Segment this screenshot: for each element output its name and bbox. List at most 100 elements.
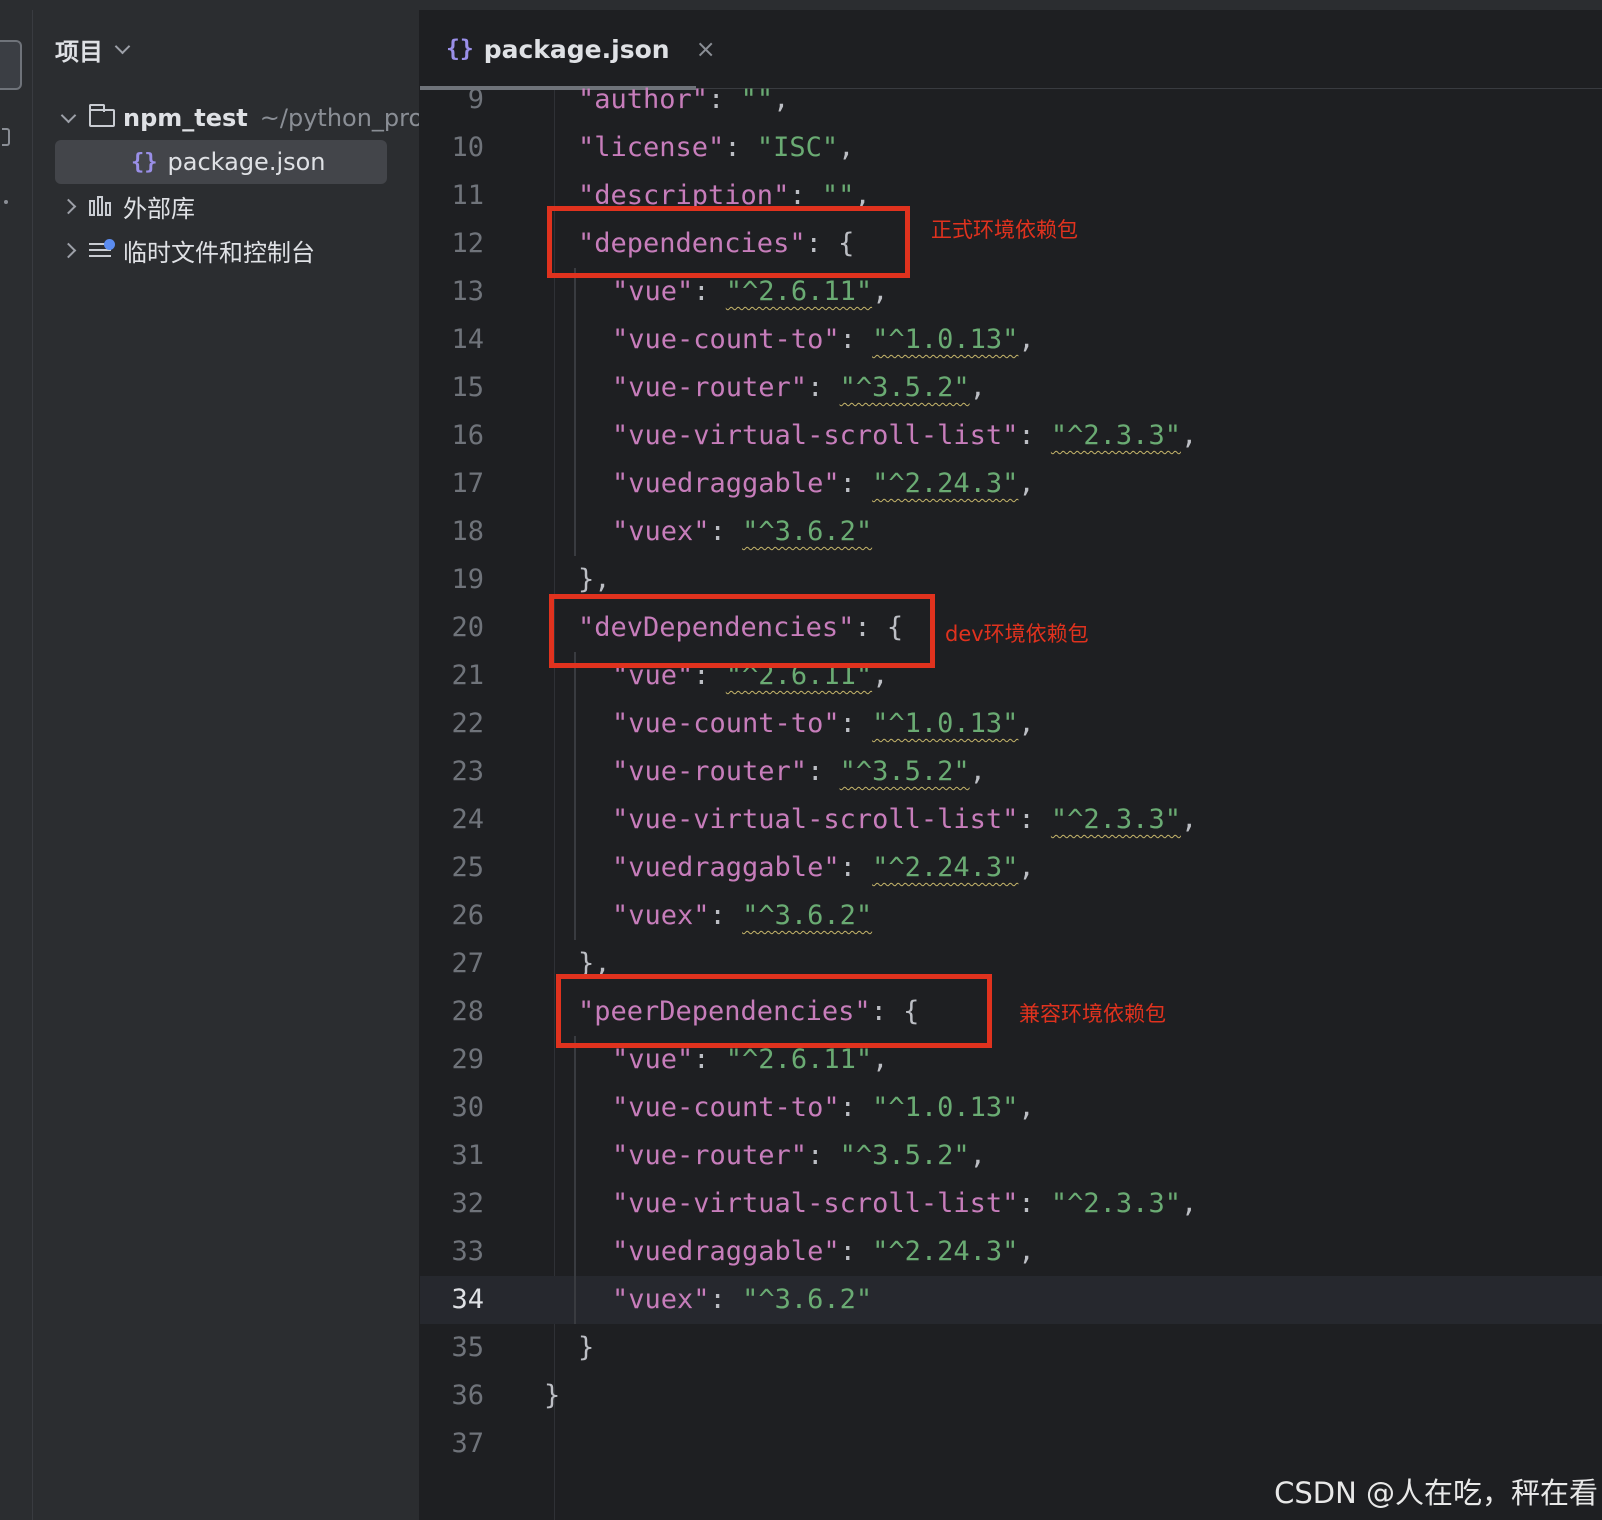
colon: : <box>839 1092 873 1123</box>
json-value: "^3.6.2" <box>742 516 873 547</box>
more-tools-icon[interactable] <box>4 200 8 204</box>
line-number: 23 <box>451 756 484 787</box>
line-number: 9 <box>467 84 484 115</box>
comma: , <box>872 276 889 307</box>
code-text: "vue-count-to": "^1.0.13", <box>612 700 1035 748</box>
comma: , <box>969 372 986 403</box>
close-icon[interactable]: × <box>696 35 716 63</box>
json-value: "^2.24.3" <box>872 1236 1019 1267</box>
line-number: 34 <box>451 1284 484 1315</box>
code-text: "vue-count-to": "^1.0.13", <box>612 316 1035 364</box>
indent-guide <box>574 268 576 556</box>
code-line: 14 "vue-count-to": "^1.0.13", <box>420 316 1602 364</box>
comma: , <box>1180 804 1198 835</box>
code-line: 23 "vue-router": "^3.5.2", <box>420 748 1602 796</box>
line-number: 28 <box>451 996 484 1027</box>
line-number: 12 <box>451 228 484 259</box>
json-key: "vuex" <box>612 900 710 931</box>
colon: : <box>709 1284 743 1315</box>
tree-item-external-libs[interactable]: 外部库 <box>57 184 195 228</box>
json-value: "^2.6.11" <box>725 1044 873 1075</box>
colon: : <box>724 132 757 163</box>
folder-icon <box>89 104 115 127</box>
json-value: "^3.5.2" <box>839 756 970 787</box>
line-number: 19 <box>451 564 484 595</box>
code-text: "author": "", <box>578 76 789 124</box>
annotation-dependencies: 正式环境依赖包 <box>931 218 1078 242</box>
tree-item-root[interactable]: npm_test ~/python_pro/ <box>57 96 420 140</box>
colon: : <box>693 276 726 307</box>
highlight-box-dependencies <box>547 206 910 278</box>
json-key: "vue" <box>612 1044 694 1075</box>
json-key: "vue-count-to" <box>612 1092 840 1123</box>
expand-arrow-icon[interactable] <box>57 198 79 214</box>
line-number: 32 <box>451 1188 484 1219</box>
line-number: 18 <box>451 516 484 547</box>
expand-arrow-icon[interactable] <box>57 242 79 258</box>
line-number: 17 <box>451 468 484 499</box>
json-key: "vue-router" <box>612 372 808 403</box>
json-key: "vue" <box>612 276 694 307</box>
json-key: "vue-router" <box>612 1140 808 1171</box>
line-number: 25 <box>451 852 484 883</box>
comma: , <box>1018 708 1035 739</box>
json-key: "vue-count-to" <box>612 324 840 355</box>
json-key: "vue-count-to" <box>612 708 840 739</box>
code-text: } <box>578 1324 594 1372</box>
json-key: "license" <box>578 132 725 163</box>
scratches-label: 临时文件和控制台 <box>123 238 315 267</box>
line-number: 30 <box>451 1092 484 1123</box>
project-tool-icon[interactable] <box>0 40 22 90</box>
commit-tool-icon[interactable] <box>2 128 10 146</box>
colon: : <box>839 324 873 355</box>
json-file-icon: {} <box>446 36 474 62</box>
code-text: "vuex": "^3.6.2" <box>612 508 872 556</box>
comma: , <box>773 84 790 115</box>
line-number: 29 <box>451 1044 484 1075</box>
colon: : <box>807 1140 840 1171</box>
json-key: "vuex" <box>612 516 710 547</box>
code-line: 9 "author": "", <box>420 76 1602 124</box>
code-text: "vuex": "^3.6.2" <box>612 892 872 940</box>
json-value: "^2.24.3" <box>872 468 1019 499</box>
json-value: "^2.3.3" <box>1050 1188 1181 1219</box>
json-value: "^3.6.2" <box>742 1284 873 1315</box>
comma: , <box>1018 1236 1035 1267</box>
json-key: "author" <box>578 84 709 115</box>
project-panel: 项目 npm_test ~/python_pro/ {} package.jso… <box>33 10 420 1520</box>
json-file-icon: {} <box>131 149 158 175</box>
code-line: 32 "vue-virtual-scroll-list": "^2.3.3", <box>420 1180 1602 1228</box>
json-value: "^1.0.13" <box>872 324 1019 355</box>
code-line: 31 "vue-router": "^3.5.2", <box>420 1132 1602 1180</box>
json-value: "^2.24.3" <box>872 852 1019 883</box>
line-number: 33 <box>451 1236 484 1267</box>
json-value: "^3.6.2" <box>742 900 873 931</box>
colon: : <box>1018 1188 1051 1219</box>
code-line: 15 "vue-router": "^3.5.2", <box>420 364 1602 412</box>
code-text: "vue-virtual-scroll-list": "^2.3.3", <box>612 412 1197 460</box>
brace: } <box>544 1380 561 1411</box>
json-value: "^2.3.3" <box>1050 804 1181 835</box>
tree-item-package-json[interactable]: {} package.json <box>55 140 387 184</box>
highlight-box-devdependencies <box>549 594 935 668</box>
line-number: 24 <box>451 804 484 835</box>
code-line: 10 "license": "ISC", <box>420 124 1602 172</box>
code-text: "vuedraggable": "^2.24.3", <box>612 844 1035 892</box>
code-text: "vue-virtual-scroll-list": "^2.3.3", <box>612 1180 1197 1228</box>
colon: : <box>807 372 840 403</box>
tree-item-scratches[interactable]: 临时文件和控制台 <box>57 228 315 272</box>
json-value: "^1.0.13" <box>872 1092 1019 1123</box>
tool-window-strip <box>0 10 33 1520</box>
json-key: "vuedraggable" <box>612 468 840 499</box>
line-number: 37 <box>451 1428 484 1459</box>
comma: , <box>969 756 986 787</box>
root-folder-path: ~/python_pro/ <box>259 104 420 132</box>
code-line: 36} <box>420 1372 1602 1420</box>
code-area[interactable]: 9 "author": "", 10 "license": "ISC", 11 "desc… <box>420 84 1602 1520</box>
csdn-watermark: CSDN @人在吃，秤在看 <box>1274 1476 1598 1510</box>
expand-arrow-icon[interactable] <box>57 107 79 123</box>
json-key: "vuex" <box>612 1284 710 1315</box>
code-text: "vuex": "^3.6.2" <box>612 1276 872 1324</box>
comma: , <box>838 132 855 163</box>
project-panel-header[interactable]: 项目 <box>55 32 131 67</box>
